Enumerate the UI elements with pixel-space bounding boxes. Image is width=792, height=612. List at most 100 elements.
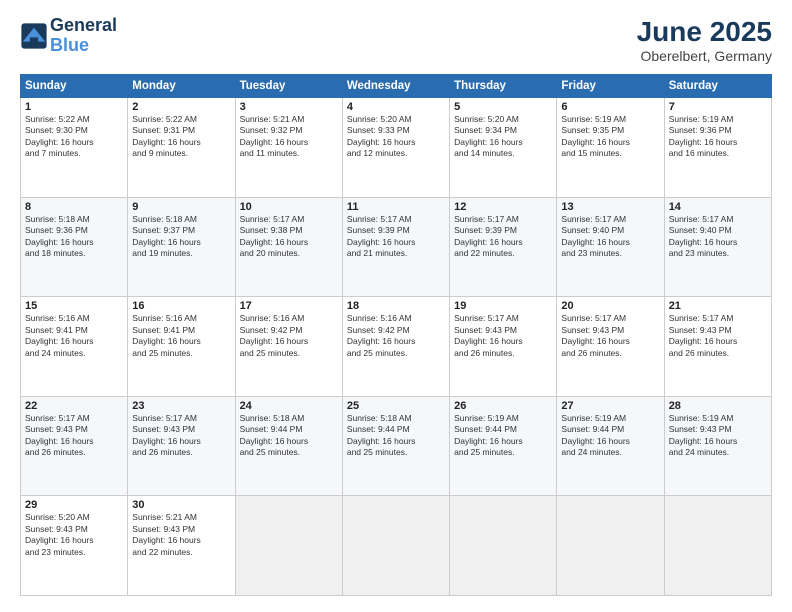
calendar-cell <box>557 496 664 596</box>
day-number: 2 <box>132 101 230 113</box>
cell-content: Sunrise: 5:20 AMSunset: 9:43 PMDaylight:… <box>25 512 123 558</box>
cell-content: Sunrise: 5:17 AMSunset: 9:39 PMDaylight:… <box>454 214 552 260</box>
cell-content: Sunrise: 5:17 AMSunset: 9:43 PMDaylight:… <box>669 313 767 359</box>
cell-content: Sunrise: 5:17 AMSunset: 9:39 PMDaylight:… <box>347 214 445 260</box>
day-number: 18 <box>347 300 445 312</box>
calendar-cell: 24Sunrise: 5:18 AMSunset: 9:44 PMDayligh… <box>235 396 342 496</box>
cell-content: Sunrise: 5:17 AMSunset: 9:43 PMDaylight:… <box>25 413 123 459</box>
calendar-header-cell: Sunday <box>21 75 128 98</box>
calendar-cell: 14Sunrise: 5:17 AMSunset: 9:40 PMDayligh… <box>664 197 771 297</box>
day-number: 17 <box>240 300 338 312</box>
cell-content: Sunrise: 5:16 AMSunset: 9:42 PMDaylight:… <box>240 313 338 359</box>
day-number: 26 <box>454 400 552 412</box>
cell-content: Sunrise: 5:19 AMSunset: 9:44 PMDaylight:… <box>454 413 552 459</box>
calendar-cell: 30Sunrise: 5:21 AMSunset: 9:43 PMDayligh… <box>128 496 235 596</box>
day-number: 13 <box>561 201 659 213</box>
calendar-cell: 3Sunrise: 5:21 AMSunset: 9:32 PMDaylight… <box>235 98 342 198</box>
day-number: 23 <box>132 400 230 412</box>
cell-content: Sunrise: 5:19 AMSunset: 9:35 PMDaylight:… <box>561 114 659 160</box>
calendar-header-cell: Tuesday <box>235 75 342 98</box>
cell-content: Sunrise: 5:17 AMSunset: 9:43 PMDaylight:… <box>454 313 552 359</box>
day-number: 9 <box>132 201 230 213</box>
cell-content: Sunrise: 5:19 AMSunset: 9:44 PMDaylight:… <box>561 413 659 459</box>
cell-content: Sunrise: 5:17 AMSunset: 9:38 PMDaylight:… <box>240 214 338 260</box>
calendar-cell <box>342 496 449 596</box>
calendar-week-row: 22Sunrise: 5:17 AMSunset: 9:43 PMDayligh… <box>21 396 772 496</box>
cell-content: Sunrise: 5:18 AMSunset: 9:37 PMDaylight:… <box>132 214 230 260</box>
calendar-cell <box>235 496 342 596</box>
day-number: 19 <box>454 300 552 312</box>
day-number: 15 <box>25 300 123 312</box>
calendar-cell: 10Sunrise: 5:17 AMSunset: 9:38 PMDayligh… <box>235 197 342 297</box>
cell-content: Sunrise: 5:20 AMSunset: 9:33 PMDaylight:… <box>347 114 445 160</box>
calendar-cell: 29Sunrise: 5:20 AMSunset: 9:43 PMDayligh… <box>21 496 128 596</box>
day-number: 29 <box>25 499 123 511</box>
calendar-cell: 16Sunrise: 5:16 AMSunset: 9:41 PMDayligh… <box>128 297 235 397</box>
calendar-cell: 23Sunrise: 5:17 AMSunset: 9:43 PMDayligh… <box>128 396 235 496</box>
day-number: 28 <box>669 400 767 412</box>
day-number: 12 <box>454 201 552 213</box>
day-number: 10 <box>240 201 338 213</box>
day-number: 8 <box>25 201 123 213</box>
cell-content: Sunrise: 5:16 AMSunset: 9:42 PMDaylight:… <box>347 313 445 359</box>
cell-content: Sunrise: 5:16 AMSunset: 9:41 PMDaylight:… <box>25 313 123 359</box>
calendar-header-cell: Wednesday <box>342 75 449 98</box>
day-number: 16 <box>132 300 230 312</box>
calendar-cell: 28Sunrise: 5:19 AMSunset: 9:43 PMDayligh… <box>664 396 771 496</box>
cell-content: Sunrise: 5:22 AMSunset: 9:30 PMDaylight:… <box>25 114 123 160</box>
logo-icon <box>20 22 48 50</box>
calendar-header-cell: Saturday <box>664 75 771 98</box>
calendar-cell: 26Sunrise: 5:19 AMSunset: 9:44 PMDayligh… <box>450 396 557 496</box>
calendar-cell: 25Sunrise: 5:18 AMSunset: 9:44 PMDayligh… <box>342 396 449 496</box>
calendar-cell: 22Sunrise: 5:17 AMSunset: 9:43 PMDayligh… <box>21 396 128 496</box>
calendar-header-row: SundayMondayTuesdayWednesdayThursdayFrid… <box>21 75 772 98</box>
calendar-week-row: 1Sunrise: 5:22 AMSunset: 9:30 PMDaylight… <box>21 98 772 198</box>
calendar-cell: 2Sunrise: 5:22 AMSunset: 9:31 PMDaylight… <box>128 98 235 198</box>
calendar-cell: 4Sunrise: 5:20 AMSunset: 9:33 PMDaylight… <box>342 98 449 198</box>
day-number: 3 <box>240 101 338 113</box>
day-number: 27 <box>561 400 659 412</box>
cell-content: Sunrise: 5:21 AMSunset: 9:32 PMDaylight:… <box>240 114 338 160</box>
cell-content: Sunrise: 5:19 AMSunset: 9:43 PMDaylight:… <box>669 413 767 459</box>
day-number: 24 <box>240 400 338 412</box>
month-title: June 2025 <box>637 16 772 48</box>
calendar-cell: 17Sunrise: 5:16 AMSunset: 9:42 PMDayligh… <box>235 297 342 397</box>
calendar-table: SundayMondayTuesdayWednesdayThursdayFrid… <box>20 74 772 596</box>
day-number: 30 <box>132 499 230 511</box>
calendar-week-row: 15Sunrise: 5:16 AMSunset: 9:41 PMDayligh… <box>21 297 772 397</box>
day-number: 22 <box>25 400 123 412</box>
calendar-cell: 20Sunrise: 5:17 AMSunset: 9:43 PMDayligh… <box>557 297 664 397</box>
title-block: June 2025 Oberelbert, Germany <box>637 16 772 64</box>
cell-content: Sunrise: 5:22 AMSunset: 9:31 PMDaylight:… <box>132 114 230 160</box>
calendar-cell: 19Sunrise: 5:17 AMSunset: 9:43 PMDayligh… <box>450 297 557 397</box>
cell-content: Sunrise: 5:17 AMSunset: 9:43 PMDaylight:… <box>561 313 659 359</box>
calendar-cell: 27Sunrise: 5:19 AMSunset: 9:44 PMDayligh… <box>557 396 664 496</box>
calendar-cell: 7Sunrise: 5:19 AMSunset: 9:36 PMDaylight… <box>664 98 771 198</box>
calendar-cell: 13Sunrise: 5:17 AMSunset: 9:40 PMDayligh… <box>557 197 664 297</box>
logo: General Blue <box>20 16 117 56</box>
calendar-header-cell: Thursday <box>450 75 557 98</box>
calendar-week-row: 8Sunrise: 5:18 AMSunset: 9:36 PMDaylight… <box>21 197 772 297</box>
logo-text: General Blue <box>50 16 117 56</box>
day-number: 5 <box>454 101 552 113</box>
calendar-cell: 9Sunrise: 5:18 AMSunset: 9:37 PMDaylight… <box>128 197 235 297</box>
calendar-cell: 12Sunrise: 5:17 AMSunset: 9:39 PMDayligh… <box>450 197 557 297</box>
calendar-cell <box>450 496 557 596</box>
logo-line2: Blue <box>50 35 89 55</box>
calendar-cell <box>664 496 771 596</box>
day-number: 21 <box>669 300 767 312</box>
cell-content: Sunrise: 5:17 AMSunset: 9:40 PMDaylight:… <box>669 214 767 260</box>
header: General Blue June 2025 Oberelbert, Germa… <box>20 16 772 64</box>
cell-content: Sunrise: 5:20 AMSunset: 9:34 PMDaylight:… <box>454 114 552 160</box>
day-number: 6 <box>561 101 659 113</box>
calendar-cell: 5Sunrise: 5:20 AMSunset: 9:34 PMDaylight… <box>450 98 557 198</box>
day-number: 11 <box>347 201 445 213</box>
location: Oberelbert, Germany <box>637 48 772 64</box>
calendar-cell: 8Sunrise: 5:18 AMSunset: 9:36 PMDaylight… <box>21 197 128 297</box>
page: General Blue June 2025 Oberelbert, Germa… <box>0 0 792 612</box>
day-number: 4 <box>347 101 445 113</box>
day-number: 14 <box>669 201 767 213</box>
calendar-header-cell: Monday <box>128 75 235 98</box>
calendar-header-cell: Friday <box>557 75 664 98</box>
cell-content: Sunrise: 5:17 AMSunset: 9:40 PMDaylight:… <box>561 214 659 260</box>
